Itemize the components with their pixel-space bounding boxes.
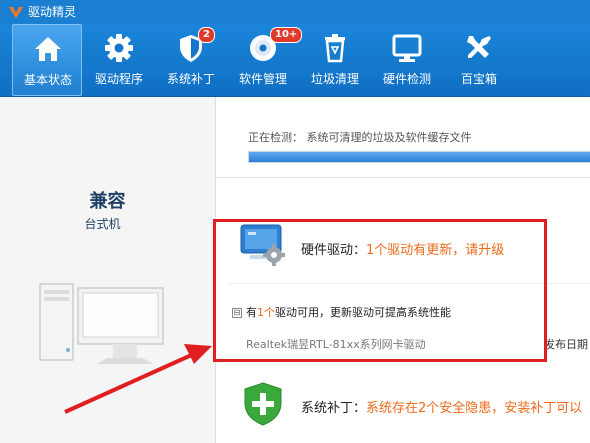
tab-label: 硬件检测 xyxy=(382,72,431,86)
tab-label: 驱动程序 xyxy=(94,72,143,86)
monitor-icon xyxy=(392,34,422,62)
main-toolbar: 基本状态 驱动程序 2 系统补丁 10+ 软件管理 垃圾清理 硬件检测 百宝箱 xyxy=(0,24,590,97)
software-count-badge: 10+ xyxy=(270,27,303,43)
tab-toolbox[interactable]: 百宝箱 xyxy=(444,24,514,96)
scan-progress-bar xyxy=(248,151,590,163)
tab-junk-clean[interactable]: 垃圾清理 xyxy=(300,24,370,96)
tab-drivers[interactable]: 驱动程序 xyxy=(84,24,154,96)
gear-icon xyxy=(105,34,133,62)
tools-icon xyxy=(467,36,491,58)
tab-software-manage[interactable]: 10+ 软件管理 xyxy=(228,24,303,96)
system-patch-status: 系统存在2个安全隐患，安装补丁可以 xyxy=(366,401,583,416)
patch-shield-icon xyxy=(244,382,282,426)
driver-release-date-label: 发布日期 xyxy=(544,338,588,351)
tab-label: 百宝箱 xyxy=(460,72,497,86)
app-logo-icon xyxy=(9,7,23,18)
device-name: 兼容 xyxy=(89,191,126,212)
device-type: 台式机 xyxy=(84,217,121,231)
tab-label: 垃圾清理 xyxy=(310,72,359,86)
scan-status-text: 正在检测： 系统可清理的垃圾及软件缓存文件 xyxy=(248,131,472,144)
desktop-pc-icon xyxy=(39,283,164,364)
trash-icon xyxy=(325,34,345,63)
highlight-annotation-box xyxy=(213,219,547,362)
tab-label: 系统补丁 xyxy=(166,72,215,86)
app-title: 驱动精灵 xyxy=(28,5,77,19)
patch-count-badge: 2 xyxy=(198,27,215,43)
divider xyxy=(216,177,590,178)
device-panel: 兼容 台式机 xyxy=(0,97,216,443)
title-bar: 驱动精灵 xyxy=(0,0,590,24)
tab-label: 软件管理 xyxy=(238,72,287,86)
scan-progress-fill xyxy=(249,152,590,162)
tab-basic-status[interactable]: 基本状态 xyxy=(12,24,82,96)
tab-system-patch[interactable]: 2 系统补丁 xyxy=(156,24,226,96)
tab-label: 基本状态 xyxy=(23,73,72,87)
home-icon xyxy=(35,37,61,61)
tab-hardware-check[interactable]: 硬件检测 xyxy=(372,24,442,96)
system-patch-label: 系统补丁： xyxy=(301,401,367,416)
system-patch-heading: 系统补丁：系统存在2个安全隐患，安装补丁可以 xyxy=(301,397,582,416)
system-patch-section: 系统补丁：系统存在2个安全隐患，安装补丁可以 xyxy=(216,365,590,443)
